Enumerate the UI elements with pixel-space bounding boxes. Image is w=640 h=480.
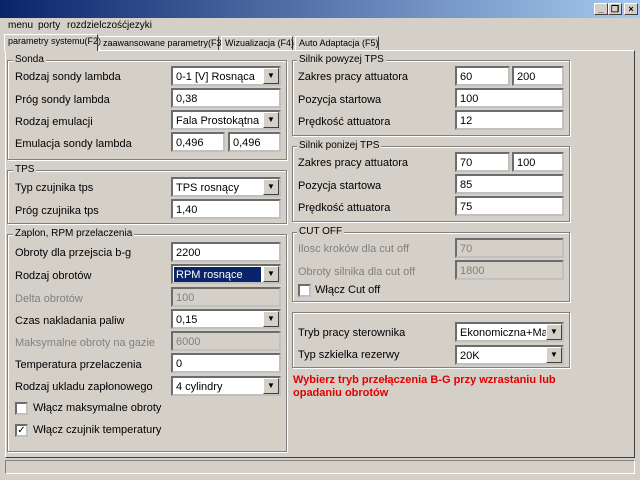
delta-obrotow-label: Delta obrotów [15,293,83,305]
chevron-down-icon: ▼ [263,112,279,128]
czas-nakladania-label: Czas nakladania paliw [15,315,125,327]
prog-czujnika-tps-input[interactable]: 1,40 [171,199,281,219]
czujnik-temperatury-checkbox[interactable]: ✓ [15,424,28,437]
typ-szkielka-select[interactable]: 20K ▼ [455,345,564,365]
warning-message: Wybierz tryb przełączenia B-G przy wzras… [293,374,556,399]
krokow-cutoff-label: Ilosc kroków dla cut off [298,243,410,255]
rodzaj-obrotow-select[interactable]: RPM rosnące ▼ [171,264,281,284]
rodzaj-obrotow-label: Rodzaj obrotów [15,270,92,282]
predkosc-ponizej-input[interactable]: 75 [455,196,564,216]
emulacja-sondy-label: Emulacja sondy lambda [15,138,132,150]
zakres-ponizej-input-2[interactable]: 100 [512,152,564,172]
rodzaj-sondy-label: Rodzaj sondy lambda [15,71,121,83]
zakres-powyzej-label: Zakres pracy attuatora [298,71,409,83]
menu-item-rozdzielczosc[interactable]: rozdzielczość [67,20,127,31]
cutoff-group-title: CUT OFF [297,226,345,237]
tps-group-title: TPS [13,164,37,175]
minimize-button[interactable]: _ [594,3,608,15]
close-button[interactable]: × [624,3,638,15]
rodzaj-sondy-select[interactable]: 0-1 [V] Rosnąca ▼ [171,66,281,86]
predkosc-powyzej-label: Prędkość attuatora [298,116,391,128]
krokow-cutoff-input[interactable]: 70 [455,238,564,258]
zakres-ponizej-label: Zakres pracy attuatora [298,157,409,169]
tryb-pracy-select[interactable]: Ekonomiczna+Max ▼ [455,322,564,342]
delta-obrotow-input[interactable]: 100 [171,287,281,307]
chevron-down-icon: ▼ [263,266,279,282]
silnik-ponizej-group-title: Silnik ponizej TPS [297,140,382,151]
cutoff-checkbox[interactable] [298,284,311,297]
title-bar [0,0,640,18]
tab-auto-adaptacja[interactable]: Auto Adaptacja (F5) [295,36,379,50]
typ-czujnika-tps-label: Typ czujnika tps [15,182,94,194]
cutoff-checkbox-label[interactable]: Włącz Cut off [315,284,380,296]
menu-item-menu[interactable]: menu [8,20,33,31]
rodzaj-emulacji-label: Rodzaj emulacji [15,116,93,128]
prog-sondy-label: Próg sondy lambda [15,94,110,106]
zakres-powyzej-input-1[interactable]: 60 [455,66,510,86]
menu-item-jezyki[interactable]: jezyki [127,20,152,31]
chevron-down-icon: ▼ [546,324,562,340]
tab-wizualizacja[interactable]: Wizualizacja (F4) [221,36,294,50]
tryb-pracy-label: Tryb pracy sterownika [298,327,406,339]
max-obroty-checkbox-label[interactable]: Włącz maksymalne obroty [33,402,161,414]
pozycja-ponizej-label: Pozycja startowa [298,180,382,192]
temperatura-przelaczenia-label: Temperatura przelaczenia [15,359,142,371]
zakres-powyzej-input-2[interactable]: 200 [512,66,564,86]
czujnik-temperatury-checkbox-label[interactable]: Włącz czujnik temperatury [33,424,161,436]
menu-item-porty[interactable]: porty [38,20,60,31]
pozycja-ponizej-input[interactable]: 85 [455,174,564,194]
obroty-cutoff-input[interactable]: 1800 [455,260,564,280]
pozycja-powyzej-label: Pozycja startowa [298,94,382,106]
tab-parametry-systemu[interactable]: parametry systemu(F2) [4,34,101,51]
rodzaj-ukladu-label: Rodzaj ukladu zapłonowego [15,381,153,393]
prog-czujnika-tps-label: Próg czujnika tps [15,205,99,217]
tab-zaawansowane-parametry[interactable]: zaawansowane parametry(F3) [99,36,225,50]
typ-czujnika-tps-select[interactable]: TPS rosnący ▼ [171,177,281,197]
rodzaj-emulacji-select[interactable]: Fala Prostokątna ▼ [171,110,281,130]
obroty-przejscia-label: Obroty dla przejscia b-g [15,247,132,259]
max-obroty-gazie-input[interactable]: 6000 [171,331,281,351]
temperatura-przelaczenia-input[interactable]: 0 [171,353,281,373]
obroty-przejscia-input[interactable]: 2200 [171,242,281,262]
czas-nakladania-select[interactable]: 0,15 ▼ [171,309,281,329]
max-obroty-checkbox[interactable] [15,402,28,415]
rodzaj-ukladu-select[interactable]: 4 cylindry ▼ [171,376,281,396]
max-obroty-gazie-label: Maksymalne obroty na gazie [15,337,156,349]
zaplon-group-title: Zaplon, RPM przelaczenia [13,228,135,239]
emulacja-sondy-input-1[interactable]: 0,496 [171,132,225,152]
chevron-down-icon: ▼ [263,179,279,195]
prog-sondy-input[interactable]: 0,38 [171,88,281,108]
sonda-group-title: Sonda [13,54,46,65]
obroty-cutoff-label: Obroty silnika dla cut off [298,266,416,278]
predkosc-ponizej-label: Prędkość attuatora [298,202,391,214]
chevron-down-icon: ▼ [263,378,279,394]
predkosc-powyzej-input[interactable]: 12 [455,110,564,130]
chevron-down-icon: ▼ [263,311,279,327]
emulacja-sondy-input-2[interactable]: 0,496 [228,132,281,152]
pozycja-powyzej-input[interactable]: 100 [455,88,564,108]
typ-szkielka-label: Typ szkielka rezerwy [298,349,400,361]
zakres-ponizej-input-1[interactable]: 70 [455,152,510,172]
restore-button[interactable]: ❐ [608,3,622,15]
chevron-down-icon: ▼ [546,347,562,363]
silnik-powyzej-group-title: Silnik powyzej TPS [297,54,386,65]
chevron-down-icon: ▼ [263,68,279,84]
status-bar [5,460,635,474]
